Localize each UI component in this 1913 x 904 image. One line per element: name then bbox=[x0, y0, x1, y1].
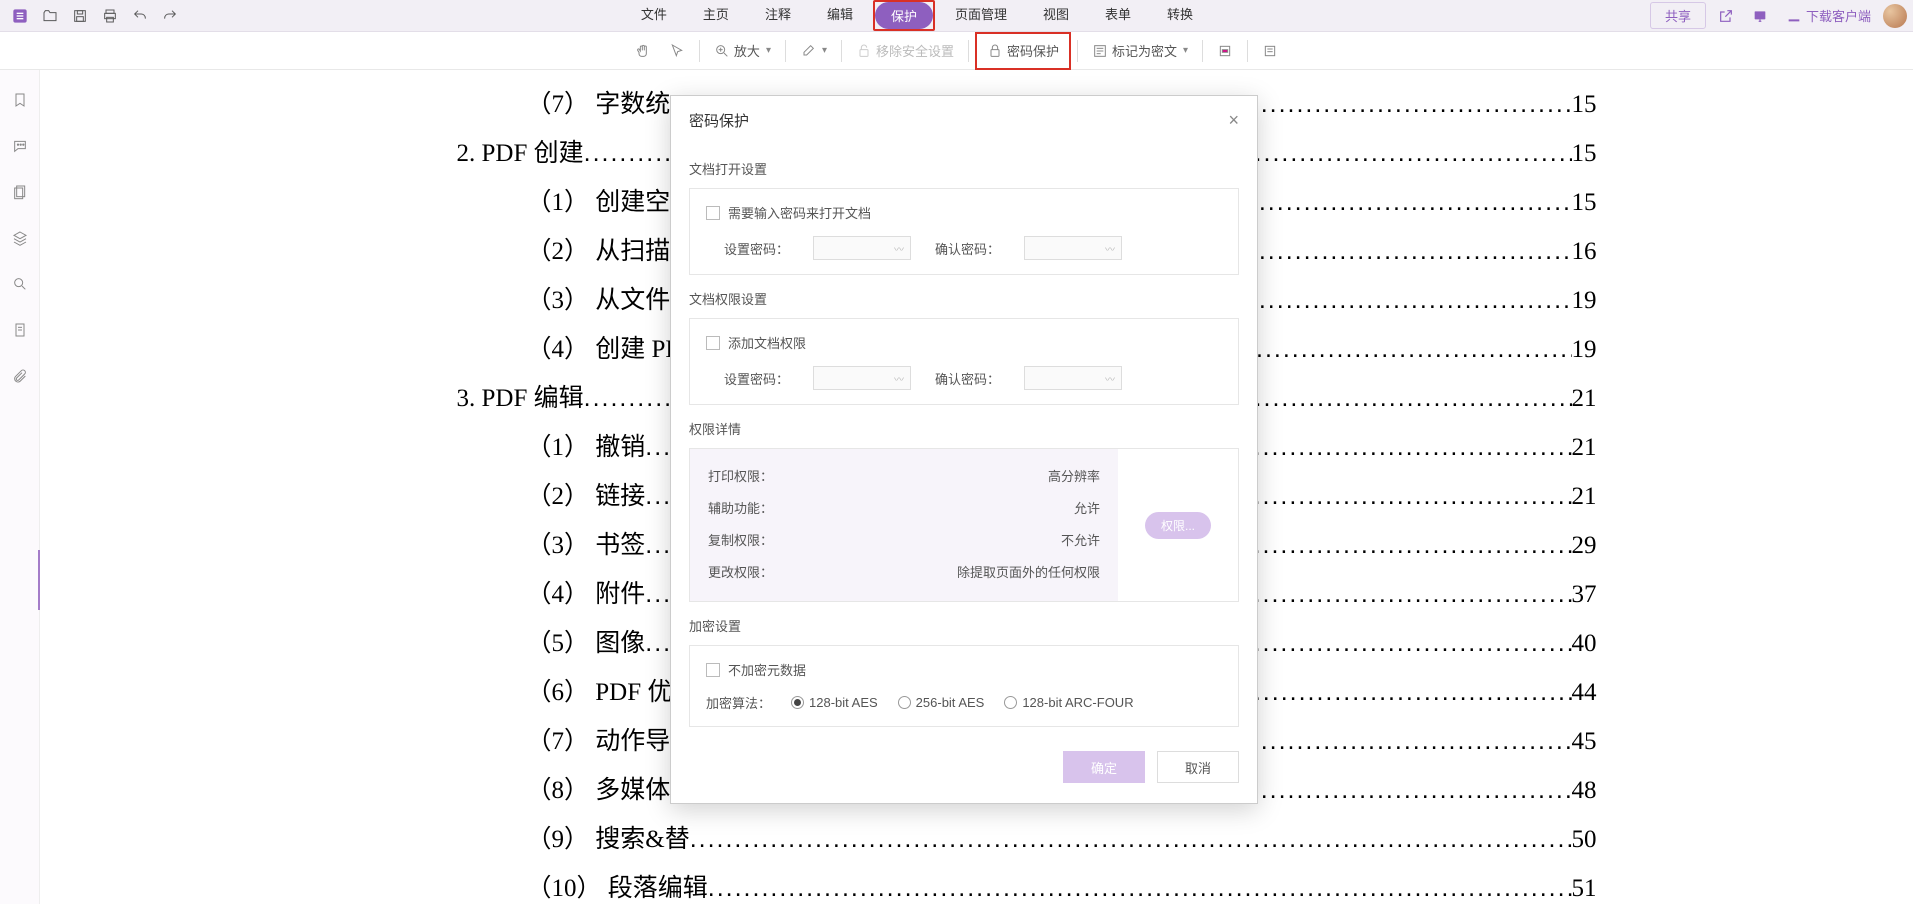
dialog-header: 密码保护 × bbox=[671, 96, 1257, 145]
perm-key: 辅助功能： bbox=[708, 493, 773, 525]
open-settings-box: 需要输入密码来打开文档 设置密码： 〰 确认密码： 〰 bbox=[689, 188, 1239, 275]
section-open-label: 文档打开设置 bbox=[689, 159, 1239, 178]
perm-row-copy: 复制权限： 不允许 bbox=[708, 525, 1100, 557]
radio-128-arc4[interactable]: 128-bit ARC-FOUR bbox=[1004, 695, 1133, 710]
no-encrypt-metadata-label: 不加密元数据 bbox=[728, 660, 806, 679]
add-permissions-checkbox-row[interactable]: 添加文档权限 bbox=[706, 333, 1222, 352]
perm-settings-box: 添加文档权限 设置密码： 〰 确认密码： 〰 bbox=[689, 318, 1239, 405]
perm-key: 复制权限： bbox=[708, 525, 773, 557]
radio-256-aes[interactable]: 256-bit AES bbox=[898, 695, 985, 710]
radio-128-aes[interactable]: 128-bit AES bbox=[791, 695, 878, 710]
radio-label: 256-bit AES bbox=[916, 695, 985, 710]
radio-icon[interactable] bbox=[898, 696, 911, 709]
perm-key: 打印权限： bbox=[708, 461, 773, 493]
password-protect-dialog: 密码保护 × 文档打开设置 需要输入密码来打开文档 设置密码： 〰 确认密码： … bbox=[670, 95, 1258, 804]
enc-algo-label: 加密算法： bbox=[706, 693, 771, 712]
encryption-algorithm-row: 加密算法： 128-bit AES 256-bit AES 128-bit AR… bbox=[706, 693, 1222, 712]
ok-button[interactable]: 确定 bbox=[1063, 751, 1145, 783]
close-icon[interactable]: × bbox=[1228, 110, 1239, 131]
dialog-body: 文档打开设置 需要输入密码来打开文档 设置密码： 〰 确认密码： 〰 文档权限设… bbox=[671, 159, 1257, 737]
perm-button-area: 权限... bbox=[1118, 449, 1238, 601]
radio-label: 128-bit ARC-FOUR bbox=[1022, 695, 1133, 710]
section-enc-label: 加密设置 bbox=[689, 616, 1239, 635]
perm-value: 高分辨率 bbox=[1048, 461, 1100, 493]
confirm-password-input[interactable]: 〰 bbox=[1024, 236, 1122, 260]
set-password-label: 设置密码： bbox=[724, 239, 789, 258]
checkbox-icon[interactable] bbox=[706, 206, 720, 220]
open-password-row: 设置密码： 〰 确认密码： 〰 bbox=[706, 236, 1222, 260]
section-perm-label: 文档权限设置 bbox=[689, 289, 1239, 308]
dialog-title: 密码保护 bbox=[689, 110, 749, 131]
perm-row-a11y: 辅助功能： 允许 bbox=[708, 493, 1100, 525]
confirm-password-label: 确认密码： bbox=[935, 239, 1000, 258]
modal-overlay: 密码保护 × 文档打开设置 需要输入密码来打开文档 设置密码： 〰 确认密码： … bbox=[0, 0, 1913, 904]
permissions-button[interactable]: 权限... bbox=[1145, 512, 1211, 539]
perm-value: 允许 bbox=[1074, 493, 1100, 525]
section-detail-label: 权限详情 bbox=[689, 419, 1239, 438]
perm-key: 更改权限： bbox=[708, 557, 773, 589]
radio-label: 128-bit AES bbox=[809, 695, 878, 710]
set-password-input[interactable]: 〰 bbox=[813, 236, 911, 260]
radio-icon[interactable] bbox=[1004, 696, 1017, 709]
require-password-checkbox-row[interactable]: 需要输入密码来打开文档 bbox=[706, 203, 1222, 222]
add-permissions-label: 添加文档权限 bbox=[728, 333, 806, 352]
perm-password-row: 设置密码： 〰 确认密码： 〰 bbox=[706, 366, 1222, 390]
perm-set-password-input[interactable]: 〰 bbox=[813, 366, 911, 390]
checkbox-icon[interactable] bbox=[706, 336, 720, 350]
cancel-button[interactable]: 取消 bbox=[1157, 751, 1239, 783]
perm-values-panel: 打印权限： 高分辨率 辅助功能： 允许 复制权限： 不允许 更改权限： 除提取页面外的任… bbox=[690, 449, 1118, 601]
confirm-password-label: 确认密码： bbox=[935, 369, 1000, 388]
perm-row-print: 打印权限： 高分辨率 bbox=[708, 461, 1100, 493]
perm-value: 除提取页面外的任何权限 bbox=[957, 557, 1100, 589]
radio-icon[interactable] bbox=[791, 696, 804, 709]
require-password-label: 需要输入密码来打开文档 bbox=[728, 203, 871, 222]
perm-row-change: 更改权限： 除提取页面外的任何权限 bbox=[708, 557, 1100, 589]
dialog-footer: 确定 取消 bbox=[671, 737, 1257, 803]
perm-value: 不允许 bbox=[1061, 525, 1100, 557]
no-encrypt-metadata-row[interactable]: 不加密元数据 bbox=[706, 660, 1222, 679]
checkbox-icon[interactable] bbox=[706, 663, 720, 677]
perm-detail-box: 打印权限： 高分辨率 辅助功能： 允许 复制权限： 不允许 更改权限： 除提取页面外的任… bbox=[689, 448, 1239, 602]
enc-settings-box: 不加密元数据 加密算法： 128-bit AES 256-bit AES 128… bbox=[689, 645, 1239, 727]
perm-confirm-password-input[interactable]: 〰 bbox=[1024, 366, 1122, 390]
set-password-label: 设置密码： bbox=[724, 369, 789, 388]
